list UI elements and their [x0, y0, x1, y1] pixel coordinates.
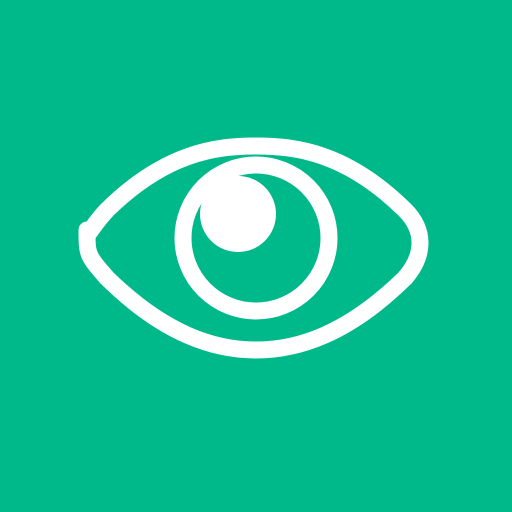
app-icon-tile — [0, 0, 512, 512]
eye-icon — [78, 137, 429, 359]
pupil-highlight — [200, 176, 276, 252]
